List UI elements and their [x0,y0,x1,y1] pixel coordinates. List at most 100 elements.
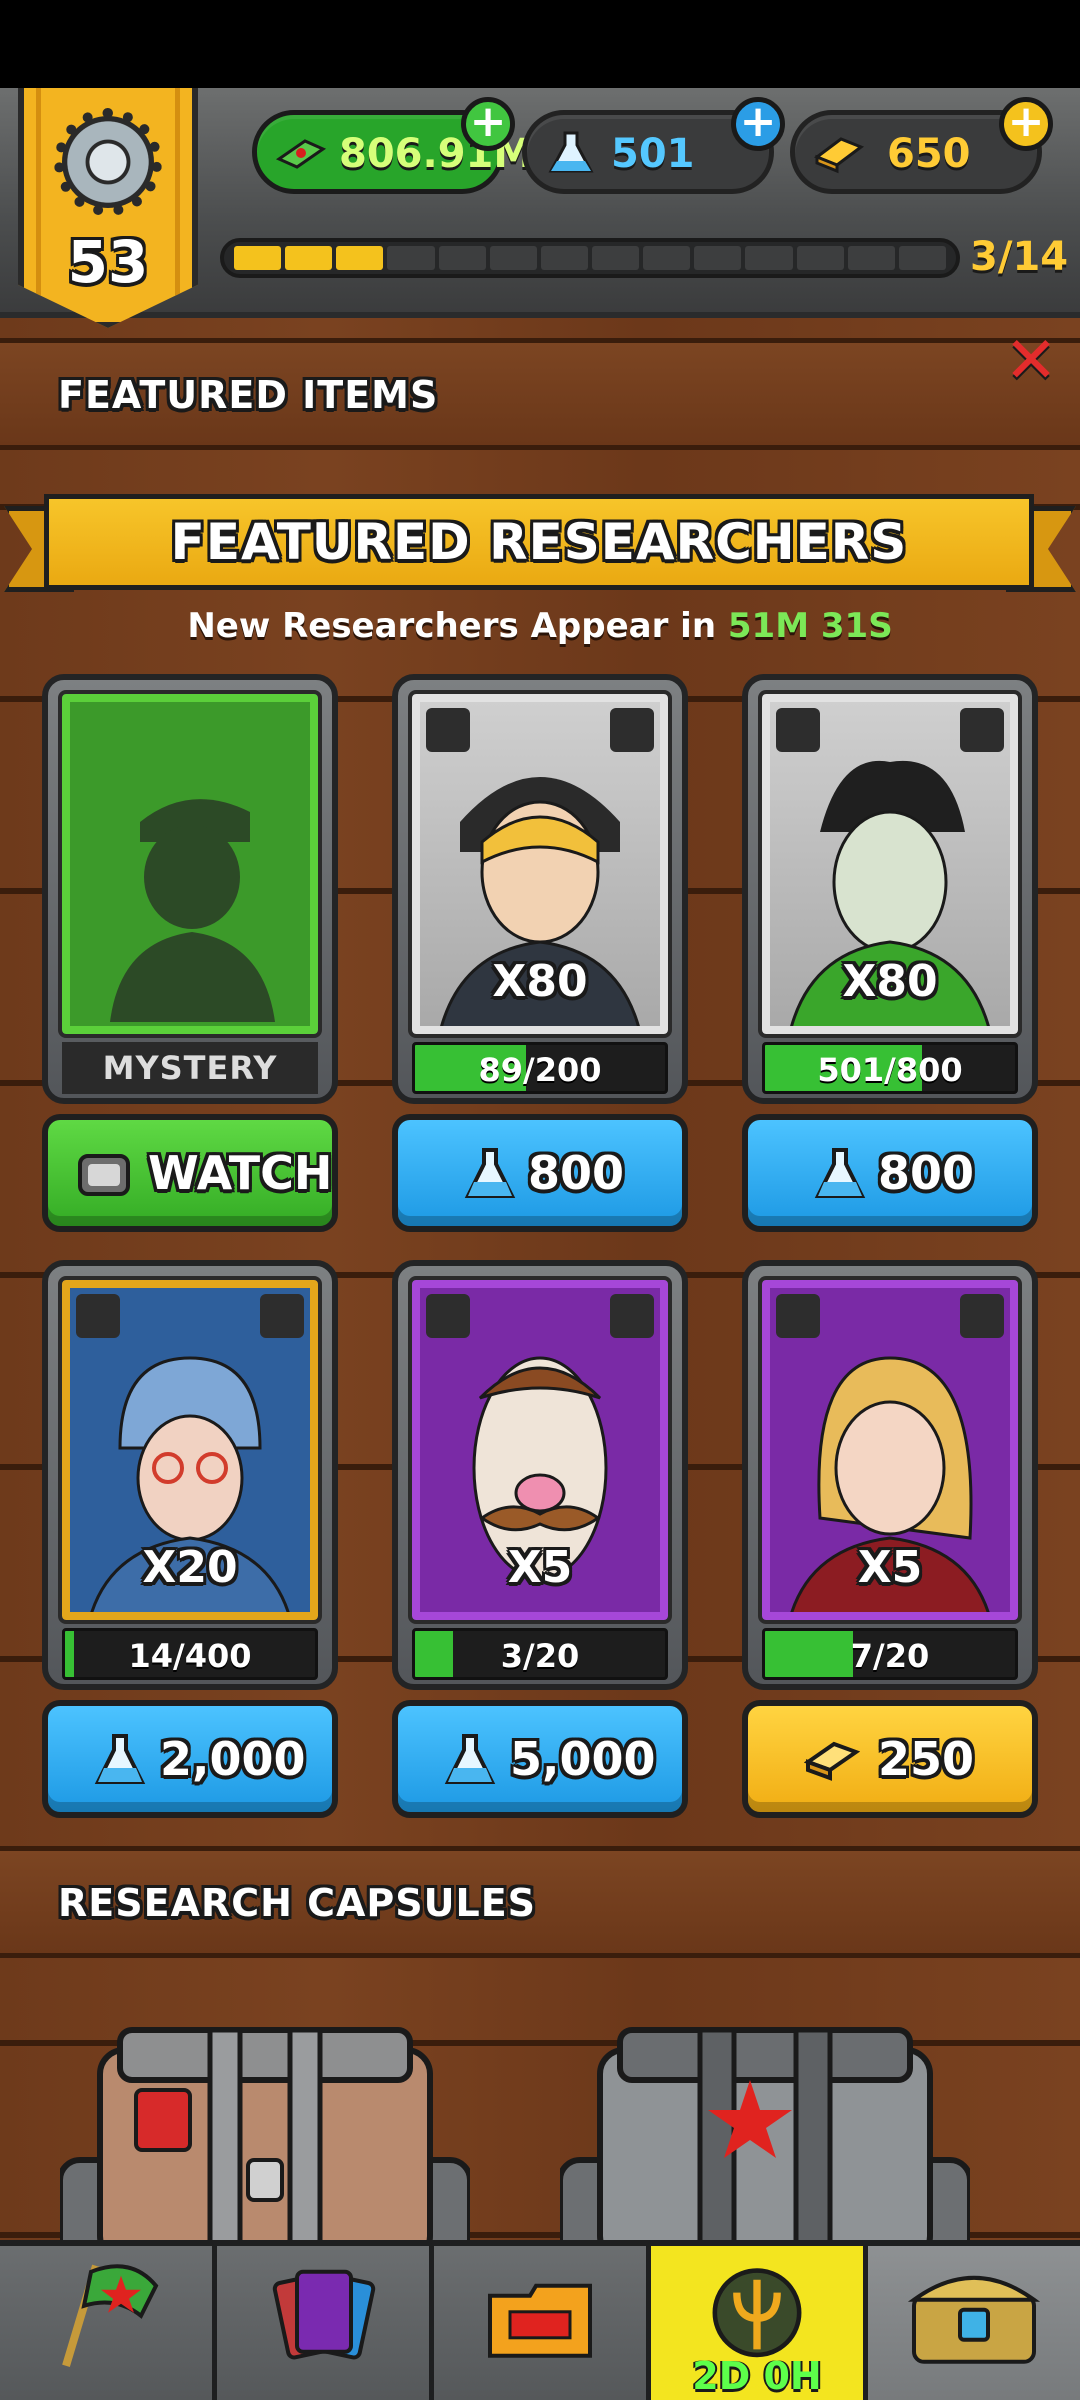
researcher-card-5[interactable]: X5 3/20 [392,1260,688,1690]
multiplier: X5 [857,1542,923,1593]
card-progress-bar: 14/400 [62,1628,318,1680]
researcher-card-mystery[interactable]: MYSTERY [42,674,338,1104]
research-capsules-title: RESEARCH CAPSULES [58,1881,537,1925]
flask-icon [548,131,594,173]
xp-segment [796,246,844,270]
xp-segment [285,246,333,270]
event-timer: 2D 0H [692,2354,822,2398]
cards-icon [272,2269,376,2360]
watch-ad-button[interactable]: WATCH [42,1114,338,1232]
progress-text: 7/20 [850,1637,930,1675]
flag-star-icon [62,2264,159,2367]
research-capsules-header: RESEARCH CAPSULES [0,1846,1080,1958]
price-label: 2,000 [160,1732,306,1786]
progress-text: 14/400 [128,1637,252,1675]
multiplier: X80 [842,956,938,1007]
buy-button-2[interactable]: 800 [392,1114,688,1232]
flask-icon [814,1148,866,1198]
level-number: 53 [67,228,149,296]
flask-icon [464,1148,516,1198]
researcher-card-2[interactable]: X80 89/200 [392,674,688,1104]
card-progress-bar: 7/20 [762,1628,1018,1680]
close-button[interactable]: ✕ [998,329,1064,396]
featured-items-title: FEATURED ITEMS [58,373,439,417]
card-progress-bar: 501/800 [762,1042,1018,1094]
xp-segment [898,246,946,270]
xp-segment [847,246,895,270]
cash-icon [275,139,327,169]
progress-text: 3/20 [500,1637,580,1675]
buy-button-6[interactable]: 250 [742,1700,1038,1818]
watch-label: WATCH [148,1146,333,1200]
bottom-nav: 2D 0H [0,2240,1080,2400]
metal-capsule-icon[interactable] [560,2010,970,2260]
add-flasks-button[interactable]: + [731,97,785,151]
treasure-chest-icon [907,2275,1041,2364]
price-label: 800 [528,1146,625,1200]
top-bar: 53 806.91M + 501 + 650 + 3/14 [0,88,1080,328]
xp-segment [745,246,793,270]
nav-tab-missions[interactable] [0,2246,217,2400]
progress-text: 501/800 [817,1051,963,1089]
featured-items-header: FEATURED ITEMS [0,338,1080,450]
xp-segment [438,246,486,270]
card-progress-bar: 89/200 [412,1042,668,1094]
level-progress-text: 3/14 [970,234,1069,280]
researcher-card-6[interactable]: X5 7/20 [742,1260,1038,1690]
price-label: 250 [878,1732,975,1786]
xp-segment [234,246,282,270]
researcher-card-3[interactable]: X80 501/800 [742,674,1038,1104]
featured-researchers-ribbon: FEATURED RESEARCHERS [44,494,1034,590]
multiplier: X20 [142,1542,238,1593]
gold-bar-icon [813,137,865,174]
add-cash-button[interactable]: + [461,97,515,151]
wooden-capsule-icon[interactable] [60,2010,470,2260]
portrait-frame: X80 [408,690,672,1038]
refresh-timer: New Researchers Appear in 51M 31S [0,606,1080,646]
tv-icon [78,1154,130,1196]
price-label: 800 [878,1146,975,1200]
multiplier: X80 [492,956,588,1007]
xp-segment [489,246,537,270]
level-progress-bar [220,238,960,278]
buy-button-5[interactable]: 5,000 [392,1700,688,1818]
xp-segment [694,246,742,270]
multiplier: X5 [507,1542,573,1593]
gear-icon [54,108,162,216]
cash-counter[interactable]: 806.91M + [252,97,533,194]
nav-tab-event[interactable]: 2D 0H [651,2246,868,2400]
price-label: 5,000 [510,1732,656,1786]
timer-value: 51M 31S [727,606,893,646]
portrait-frame: X5 [408,1276,672,1624]
buy-button-4[interactable]: 2,000 [42,1700,338,1818]
buy-button-3[interactable]: 800 [742,1114,1038,1232]
portrait-frame [58,690,322,1038]
xp-segment [643,246,691,270]
flask-counter[interactable]: 501 + [522,97,785,194]
nav-tab-cards[interactable] [217,2246,434,2400]
gold-bar-icon [804,1741,860,1781]
level-banner[interactable]: 53 [18,88,198,328]
card-progress-bar: 3/20 [412,1628,668,1680]
portrait-frame: X20 [58,1276,322,1624]
add-gold-button[interactable]: + [999,97,1053,151]
progress-text: 89/200 [478,1051,602,1089]
portrait-frame: X80 [758,690,1022,1038]
nav-tab-folders[interactable] [434,2246,651,2400]
folder-icon [488,2283,592,2358]
xp-segment [387,246,435,270]
mystery-label: MYSTERY [62,1042,318,1094]
flask-value: 501 [611,131,695,177]
xp-segment [336,246,384,270]
featured-researchers-title: FEATURED RESEARCHERS [170,513,908,571]
researcher-card-4[interactable]: X20 14/400 [42,1260,338,1690]
nav-tab-shop[interactable] [868,2246,1080,2400]
mystery-silhouette-icon [110,799,275,1022]
gold-value: 650 [887,131,971,177]
timer-prefix: New Researchers Appear in [187,606,717,646]
xp-segment [591,246,640,270]
gold-counter[interactable]: 650 + [790,97,1053,194]
flask-icon [94,1734,146,1784]
flask-icon [444,1734,496,1784]
portrait-frame: X5 [758,1276,1022,1624]
